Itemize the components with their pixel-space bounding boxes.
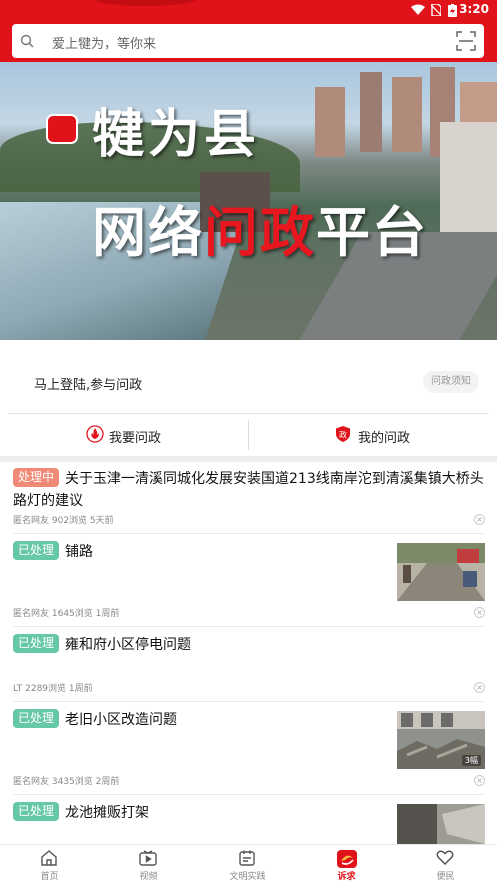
status-badge: 已处理 <box>13 634 60 653</box>
tab-label: 我的问政 <box>358 431 411 446</box>
post-list: 处理中 关于玉津一清溪同城化发展安装国道213线南岸沱到清溪集镇大桥头路灯的建议 … <box>0 462 497 844</box>
post-thumbnail <box>397 804 485 844</box>
ask-question-button[interactable]: 我要问政 <box>0 414 248 456</box>
list-item[interactable]: 已处理 铺路 <box>13 541 485 601</box>
video-icon <box>139 850 157 866</box>
divider <box>13 701 485 702</box>
battery-icon <box>448 4 457 19</box>
search-bar[interactable]: 爱上犍为，等你来 <box>12 24 484 58</box>
banner-image[interactable]: 犍为县 网络问政平台 <box>0 62 497 340</box>
dismiss-icon[interactable]: × <box>474 775 485 786</box>
banner-title: 犍为县 <box>92 104 261 165</box>
action-tabs: 我要问政 政 我的问政 <box>0 414 497 456</box>
dismiss-icon[interactable]: × <box>474 607 485 618</box>
list-item[interactable]: 已处理 雍和府小区停电问题 <box>13 634 485 684</box>
dismiss-icon[interactable]: × <box>474 682 485 693</box>
nav-practice[interactable]: 文明实践 <box>198 845 297 885</box>
image-count-badge: 3幅 <box>461 755 481 766</box>
login-row: 马上登陆,参与问政 问政须知 <box>0 340 497 414</box>
post-title-text: 老旧小区改造问题 <box>65 712 178 728</box>
dismiss-icon[interactable]: × <box>474 514 485 525</box>
county-logo-icon <box>46 114 78 144</box>
appeal-logo-icon <box>337 850 357 868</box>
post-meta: 匿名网友 3435浏览 2周前 <box>13 777 120 787</box>
divider <box>13 626 485 627</box>
nav-label: 诉求 <box>337 872 356 882</box>
post-thumbnail: 3幅 <box>397 711 485 769</box>
nav-label: 视频 <box>139 872 158 882</box>
list-item-meta: 匿名网友 3435浏览 2周前 × <box>13 774 485 788</box>
banner-building <box>392 77 422 152</box>
flame-icon <box>86 425 104 443</box>
home-icon <box>40 850 58 866</box>
post-title-text: 雍和府小区停电问题 <box>65 637 192 653</box>
status-badge: 已处理 <box>13 709 60 728</box>
bottom-nav: 首页 视频 文明实践 诉求 便民 <box>0 844 497 885</box>
app-header: 3:20 爱上犍为，等你来 <box>0 0 497 62</box>
notice-button[interactable]: 问政须知 <box>423 371 479 393</box>
nav-label: 首页 <box>40 872 59 882</box>
post-meta: LT 2289浏览 1周前 <box>13 684 93 694</box>
list-item[interactable]: 处理中 关于玉津一清溪同城化发展安装国道213线南岸沱到清溪集镇大桥头路灯的建议 <box>13 468 485 512</box>
post-title-text: 铺路 <box>65 544 94 560</box>
list-item[interactable]: 已处理 龙池摊贩打架 <box>13 802 485 844</box>
list-item[interactable]: 已处理 老旧小区改造问题 3幅 <box>13 709 485 769</box>
login-prompt[interactable]: 马上登陆,参与问政 <box>34 374 142 393</box>
status-badge: 已处理 <box>13 802 60 821</box>
nav-convenience[interactable]: 便民 <box>396 845 495 885</box>
post-meta: 匿名网友 1645浏览 1周前 <box>13 609 120 619</box>
nav-label: 文明实践 <box>229 872 266 882</box>
status-badge: 已处理 <box>13 541 60 560</box>
list-item-meta: LT 2289浏览 1周前 × <box>13 681 485 695</box>
post-title: 处理中 关于玉津一清溪同城化发展安装国道213线南岸沱到清溪集镇大桥头路灯的建议 <box>13 468 485 512</box>
search-input[interactable]: 爱上犍为，等你来 <box>52 33 156 52</box>
list-item-meta: 匿名网友 902浏览 5天前 × <box>13 513 485 527</box>
post-title: 已处理 雍和府小区停电问题 <box>13 634 485 656</box>
svg-text:政: 政 <box>339 430 347 440</box>
nav-home[interactable]: 首页 <box>0 845 99 885</box>
divider <box>13 533 485 534</box>
banner-subtitle-part: 平台 <box>316 200 428 264</box>
divider <box>13 794 485 795</box>
nav-video[interactable]: 视频 <box>99 845 198 885</box>
tab-label: 我要问政 <box>109 431 162 446</box>
banner-subtitle-highlight: 问政 <box>204 200 316 264</box>
banner-subtitle: 网络问政平台 <box>92 188 428 267</box>
post-thumbnail <box>397 543 485 601</box>
post-title-text: 龙池摊贩打架 <box>65 805 150 821</box>
nav-appeal[interactable]: 诉求 <box>297 845 396 885</box>
shield-icon: 政 <box>334 425 352 443</box>
wifi-icon <box>411 4 425 17</box>
banner-building <box>440 122 497 232</box>
banner-subtitle-part: 网络 <box>92 200 204 264</box>
status-badge: 处理中 <box>13 468 60 487</box>
search-icon <box>20 33 34 48</box>
list-item-meta: 匿名网友 1645浏览 1周前 × <box>13 606 485 620</box>
banner-building <box>315 87 345 157</box>
status-time: 3:20 <box>459 2 489 16</box>
status-bar: 3:20 <box>0 0 497 20</box>
scan-icon[interactable] <box>456 31 476 51</box>
heart-icon <box>436 850 454 866</box>
practice-icon <box>238 850 256 866</box>
post-title-text: 关于玉津一清溪同城化发展安装国道213线南岸沱到清溪集镇大桥头路灯的建议 <box>13 471 484 509</box>
post-meta: 匿名网友 902浏览 5天前 <box>13 516 114 526</box>
banner-building <box>360 72 382 152</box>
no-sim-icon <box>430 3 442 18</box>
nav-label: 便民 <box>436 872 455 882</box>
my-questions-button[interactable]: 政 我的问政 <box>249 414 497 456</box>
